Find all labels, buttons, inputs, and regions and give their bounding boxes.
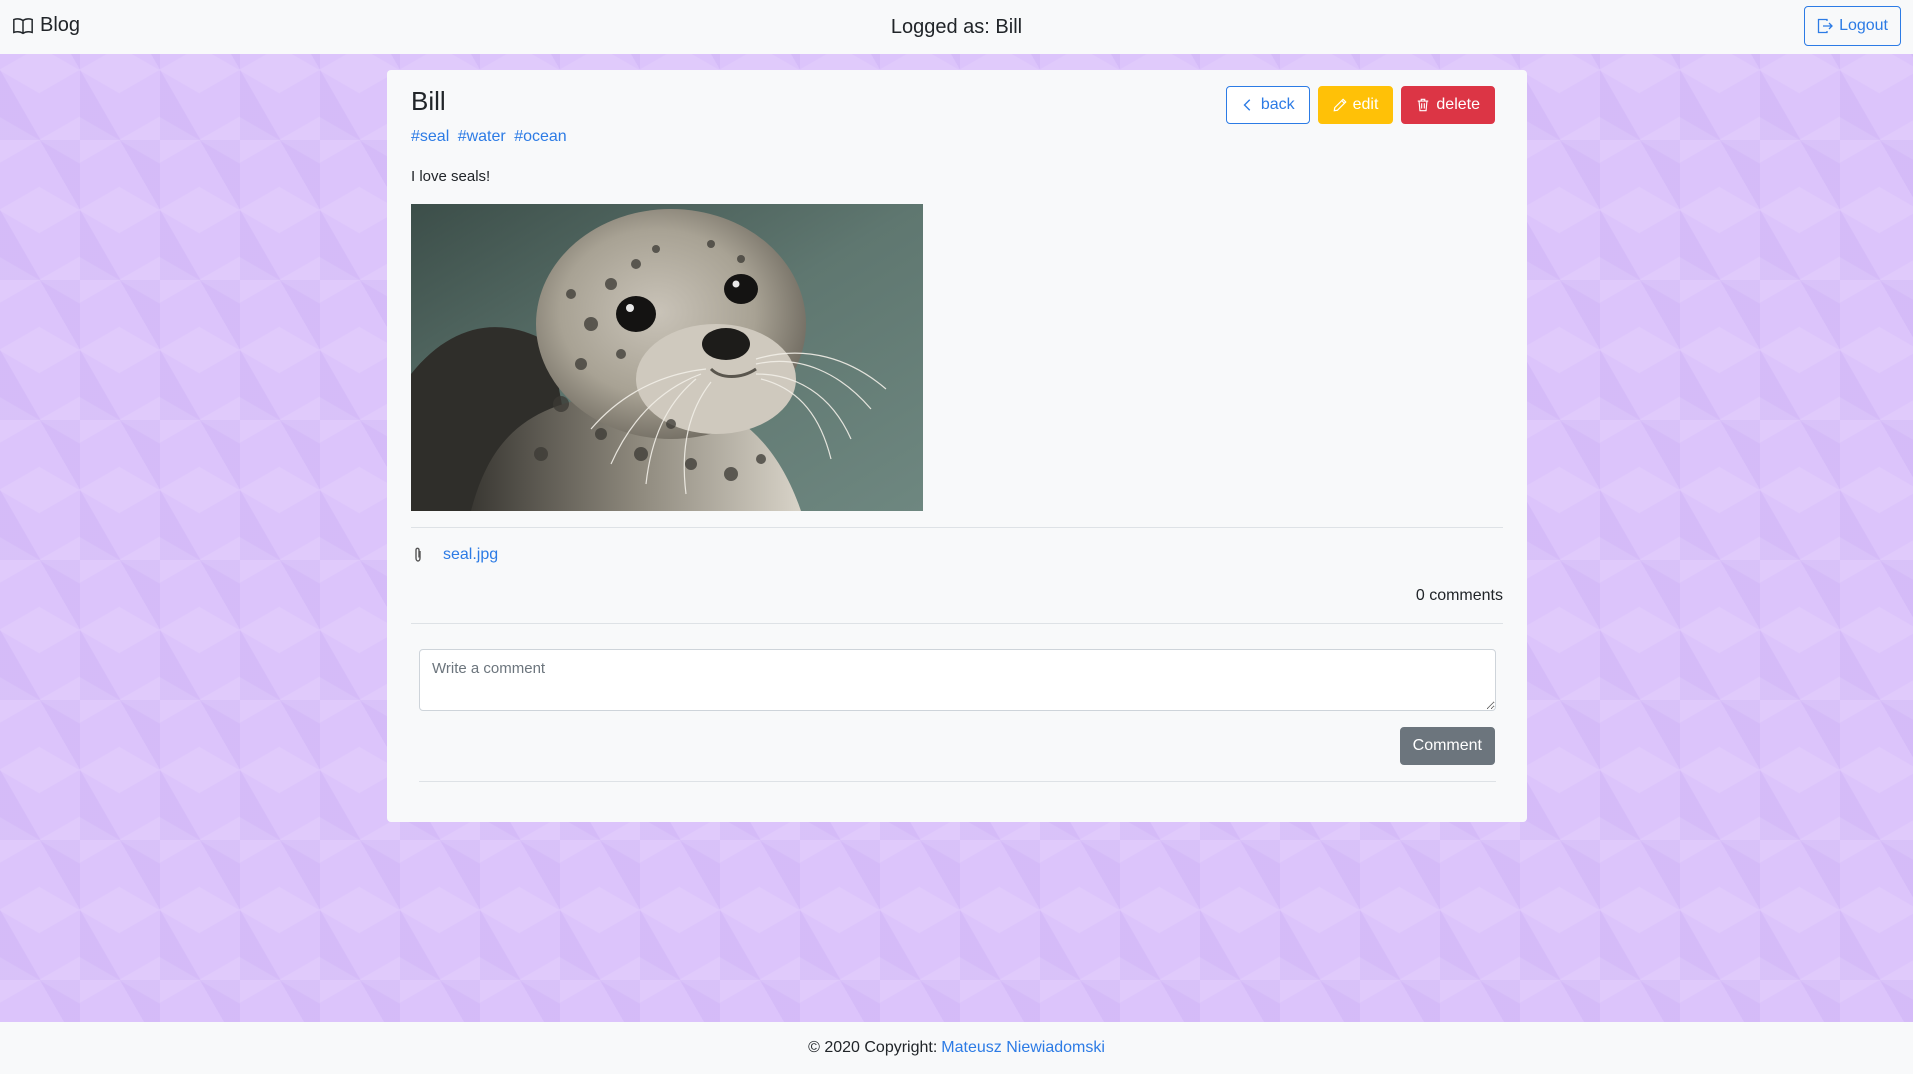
post-tags: #seal #water #ocean [411,128,571,146]
tag-link[interactable]: #seal [411,128,449,145]
trash-icon [1418,98,1429,112]
top-navbar: Blog Logged as: Bill Logout [0,0,1913,54]
edit-label: edit [1352,96,1379,113]
back-label: back [1260,96,1295,113]
divider [419,781,1496,782]
logout-label: Logout [1839,17,1888,34]
footer: © 2020 Copyright: Mateusz Niewiadomski [0,1022,1913,1074]
author-link[interactable]: Mateusz Niewiadomski [941,1039,1105,1057]
back-button[interactable]: back [1225,86,1310,124]
attachment-link[interactable]: seal.jpg [443,546,498,564]
post-image [411,204,923,511]
logout-icon [1817,18,1833,34]
brand-label: Blog [40,14,81,36]
edit-button[interactable]: edit [1317,86,1394,124]
comment-input[interactable] [419,649,1496,711]
book-icon [13,17,33,34]
brand-link[interactable]: Blog [12,14,80,37]
comment-submit-button[interactable]: Comment [1399,727,1495,765]
logout-button[interactable]: Logout [1804,6,1901,46]
divider [411,623,1503,624]
comments-count: 0 comments [1415,587,1503,604]
delete-button[interactable]: delete [1401,86,1495,124]
post-text: I love seals! [411,168,491,185]
tag-link[interactable]: #ocean [514,128,567,145]
paperclip-icon [415,547,421,562]
attachment-row: seal.jpg [411,546,498,564]
delete-label: delete [1436,96,1480,113]
post-author-title: Bill [411,86,446,116]
chevron-left-icon [1243,99,1251,111]
post-card: Bill #seal #water #ocean back edit delet… [387,70,1527,822]
logged-as-text: Logged as: Bill [890,15,1023,38]
copyright-text: © 2020 Copyright: [808,1039,938,1056]
pencil-icon [1333,98,1347,112]
divider [411,527,1503,528]
post-actions: back edit delete [1225,86,1495,124]
tag-link[interactable]: #water [458,128,506,145]
